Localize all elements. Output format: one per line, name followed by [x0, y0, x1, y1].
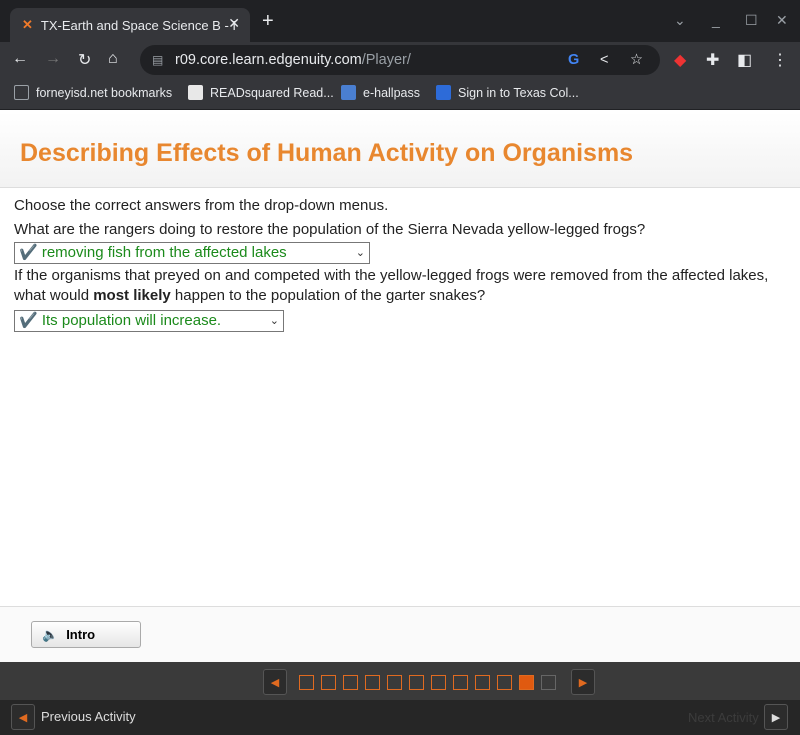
close-tab-icon[interactable]: ✕	[228, 15, 240, 32]
bookmarks-bar: forneyisd.net bookmarks READsquared Read…	[0, 78, 800, 110]
new-tab-button[interactable]: +	[262, 10, 274, 33]
page-square-8[interactable]	[453, 675, 468, 690]
menu-icon[interactable]: ⋮	[772, 50, 788, 70]
q2-text: happen to the population of the garter s…	[170, 287, 486, 304]
readsquared-icon	[188, 85, 203, 100]
page-square-9[interactable]	[475, 675, 490, 690]
prev-page-button[interactable]: ◀	[263, 669, 287, 695]
question-area: Choose the correct answers from the drop…	[14, 196, 800, 334]
answer-2-value: ✔️ Its population will increase.	[19, 312, 222, 329]
e-hallpass-icon	[341, 85, 356, 100]
instruction: Choose the correct answers from the drop…	[14, 197, 389, 214]
minimize-icon[interactable]: _	[712, 12, 720, 28]
page-square-1[interactable]	[299, 675, 314, 690]
chevron-down-icon: ⌄	[269, 315, 279, 327]
bookmark-label: READsquared Read...	[210, 85, 334, 100]
edgenuity-logo-icon: ✕	[22, 17, 33, 32]
intro-label: Intro	[66, 627, 96, 642]
share-icon[interactable]: <	[600, 52, 608, 68]
speaker-icon: 🔈	[42, 626, 59, 642]
q2-emphasis: most likely	[93, 287, 171, 304]
site-info-icon[interactable]: ▤	[152, 53, 163, 67]
forward-icon[interactable]: →	[45, 50, 61, 68]
answer-2-dropdown[interactable]: ✔️ Its population will increase. ⌄	[14, 310, 284, 332]
question-2-line-1: If the organisms that preyed on and comp…	[14, 267, 769, 284]
page-square-6[interactable]	[409, 675, 424, 690]
back-icon[interactable]: ←	[12, 50, 28, 68]
tab-bar: ✕ TX-Earth and Space Science B - I ✕ + ⌄…	[0, 0, 800, 42]
browser-tab[interactable]: ✕ TX-Earth and Space Science B - I ✕	[10, 8, 250, 42]
page-title: Describing Effects of Human Activity on …	[20, 139, 634, 167]
reload-icon[interactable]: ↻	[78, 50, 91, 70]
home-icon[interactable]: ⌂	[108, 50, 118, 68]
q2-text: what would	[14, 287, 94, 304]
url-host: r09.core.learn.edgenuity.com	[175, 52, 362, 68]
side-panel-icon[interactable]: ◧	[737, 50, 752, 70]
next-page-button[interactable]: ▶	[571, 669, 595, 695]
chevron-down-icon: ⌄	[355, 247, 365, 259]
page-square-11[interactable]	[519, 675, 534, 690]
bookmark-0[interactable]: forneyisd.net bookmarks	[14, 85, 172, 100]
bookmark-1[interactable]: READsquared Read...	[188, 85, 334, 100]
extension-icon[interactable]: ◆	[674, 50, 686, 70]
page-square-12[interactable]	[541, 675, 556, 690]
texas-college-icon	[436, 85, 451, 100]
previous-activity-button[interactable]: Previous Activity	[41, 709, 136, 724]
google-icon[interactable]: G	[568, 52, 579, 68]
question-2-line-2: what would most likely happen to the pop…	[14, 286, 800, 306]
question-1: What are the rangers doing to restore th…	[14, 221, 646, 238]
answer-1-dropdown[interactable]: ✔️ removing fish from the affected lakes…	[14, 242, 370, 264]
activity-header: Describing Effects of Human Activity on …	[0, 112, 800, 188]
address-bar[interactable]: ▤ r09.core.learn.edgenuity.com/Player/ G…	[140, 45, 660, 75]
folder-icon	[14, 85, 29, 100]
bookmark-label: forneyisd.net bookmarks	[36, 85, 173, 100]
previous-activity-icon[interactable]: ◀	[11, 704, 35, 730]
tab-title: TX-Earth and Space Science B - I	[40, 17, 237, 33]
close-window-icon[interactable]: ✕	[776, 12, 788, 29]
extensions-puzzle-icon[interactable]: ✚	[706, 50, 719, 70]
browser-toolbar: ← → ↻ ⌂ ▤ r09.core.learn.edgenuity.com/P…	[0, 42, 800, 78]
answer-1-value: ✔️ removing fish from the affected lakes	[19, 244, 287, 261]
bookmark-star-icon[interactable]: ☆	[630, 52, 643, 68]
intro-button[interactable]: 🔈 Intro	[31, 621, 141, 648]
next-activity-icon[interactable]: ▶	[764, 704, 788, 730]
page-square-3[interactable]	[343, 675, 358, 690]
bookmark-3[interactable]: Sign in to Texas Col...	[436, 85, 579, 100]
bookmark-label: e-hallpass	[363, 85, 420, 100]
maximize-icon[interactable]: ☐	[745, 12, 758, 29]
page-square-4[interactable]	[365, 675, 380, 690]
page-square-5[interactable]	[387, 675, 402, 690]
bookmark-2[interactable]: e-hallpass	[341, 85, 420, 100]
page-square-2[interactable]	[321, 675, 336, 690]
bookmark-label: Sign in to Texas Col...	[458, 85, 579, 100]
page-square-10[interactable]	[497, 675, 512, 690]
next-activity-button[interactable]: Next Activity	[688, 710, 759, 725]
page-navigator: ◀ ▶	[0, 662, 800, 700]
activity-footer: 🔈 Intro	[0, 606, 800, 662]
page-square-7[interactable]	[431, 675, 446, 690]
url-path: /Player/	[361, 52, 411, 68]
activity-bar: ◀ Previous Activity Next Activity ▶	[0, 700, 800, 735]
tab-search-icon[interactable]: ⌄	[674, 12, 686, 29]
